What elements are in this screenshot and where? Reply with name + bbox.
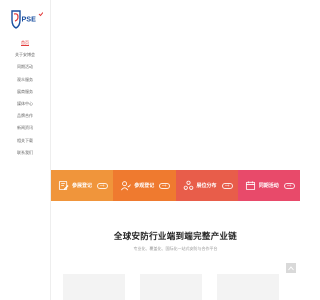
logo-text: PSE xyxy=(22,15,37,24)
section-subtitle: 专业化、覆盖化、国际化一站式安防与合作平台 xyxy=(133,246,218,251)
card-booth-layout[interactable]: 展位分布 xyxy=(175,170,238,201)
layout-icon xyxy=(183,180,193,190)
sidebar-item-label: 观众服务 xyxy=(17,76,33,82)
card-label: 同期活动 xyxy=(258,183,279,189)
sidebar-item-label: 新闻资讯 xyxy=(17,125,33,131)
sidebar-item-label: 关于安博会 xyxy=(15,52,35,58)
card-label: 参观登记 xyxy=(134,183,155,189)
arrow-button[interactable] xyxy=(97,182,109,189)
sidebar-item-events[interactable]: 同期活动 xyxy=(0,61,50,73)
sidebar-item-label: 展商服务 xyxy=(17,88,33,94)
sidebar-item-news[interactable]: 新闻资讯 xyxy=(0,122,50,134)
quick-links: 参展登记 参观登记 展位分布 同期活动 xyxy=(51,170,300,201)
activity-icon xyxy=(245,181,255,191)
sidebar-item-home[interactable]: 首页 xyxy=(0,37,50,49)
arrow-right-icon xyxy=(100,184,105,187)
scroll-top-button[interactable] xyxy=(286,263,296,273)
sidebar-item-visitor-services[interactable]: 观众服务 xyxy=(0,74,50,86)
logo[interactable]: PSE xyxy=(9,9,43,29)
arrow-right-icon xyxy=(286,184,292,187)
sidebar-item-label: 相关下载 xyxy=(17,137,33,143)
feature-panel[interactable] xyxy=(217,274,279,300)
main-content: 参展登记 参观登记 展位分布 同期活动 全球安防行业端到端完整产业链 专业化、覆… xyxy=(51,0,300,300)
sidebar-item-label: 同期活动 xyxy=(17,64,33,70)
section-title: 全球安防行业端到端完整产业链 xyxy=(113,231,238,241)
sidebar-item-about[interactable]: 关于安博会 xyxy=(0,49,50,61)
sidebar-item-label: 品牌合作 xyxy=(17,113,33,119)
sidebar-item-brand[interactable]: 品牌合作 xyxy=(0,110,50,122)
card-label: 展位分布 xyxy=(196,183,217,189)
sidebar-item-contact[interactable]: 联系我们 xyxy=(0,147,50,159)
feature-panel[interactable] xyxy=(140,274,202,300)
sidebar-nav: 首页 关于安博会 同期活动 观众服务 展商服务 媒体中心 品牌合作 新闻资讯 相… xyxy=(0,37,50,159)
arrow-button[interactable] xyxy=(159,182,171,189)
feature-panel[interactable] xyxy=(63,274,125,300)
sidebar-item-label: 联系我们 xyxy=(17,149,33,155)
arrow-button[interactable] xyxy=(283,182,295,189)
card-concurrent-events[interactable]: 同期活动 xyxy=(237,170,300,201)
sidebar-item-media[interactable]: 媒体中心 xyxy=(0,98,50,110)
sidebar-item-downloads[interactable]: 相关下载 xyxy=(0,135,50,147)
sidebar-item-label: 首页 xyxy=(21,40,29,47)
sidebar-item-label: 媒体中心 xyxy=(17,100,33,106)
sidebar: PSE 首页 关于安博会 同期活动 观众服务 展商服务 媒体中心 品牌合作 新闻… xyxy=(0,0,51,300)
card-visitor-registration[interactable]: 参观登记 xyxy=(113,170,176,201)
arrow-right-icon xyxy=(224,184,229,187)
visitor-icon xyxy=(121,181,132,191)
sidebar-item-exhibitor-services[interactable]: 展商服务 xyxy=(0,86,50,98)
arrow-right-icon xyxy=(162,184,167,187)
card-exhibitor-registration[interactable]: 参展登记 xyxy=(51,170,114,201)
arrow-up-icon xyxy=(288,265,294,270)
arrow-button[interactable] xyxy=(221,182,233,189)
card-label: 参展登记 xyxy=(72,183,93,189)
edit-icon xyxy=(58,180,69,191)
